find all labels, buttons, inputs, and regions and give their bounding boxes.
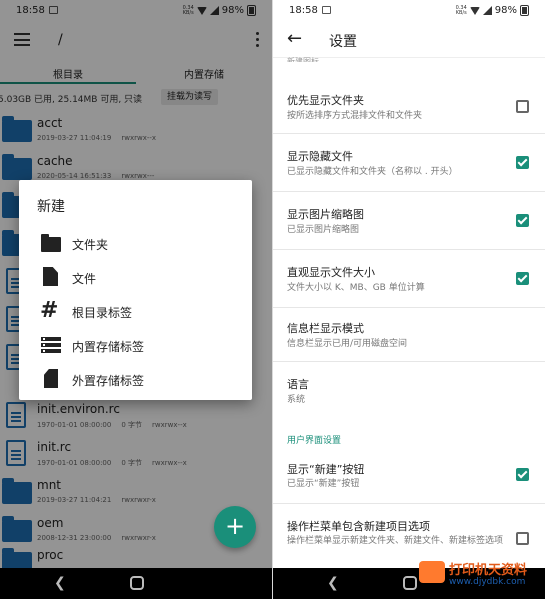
new-folder-option[interactable]: 文件夹 (19, 226, 252, 260)
setting-thumbnails[interactable]: 显示图片缩略图 已显示图片缩略图 (273, 194, 545, 250)
option-label: 文件夹 (72, 238, 109, 252)
root-tab-option[interactable]: # 根目录标签 (19, 294, 252, 328)
setting-language[interactable]: 语言 系统 (273, 364, 545, 420)
checkbox[interactable] (516, 468, 529, 481)
file-icon (41, 267, 61, 287)
back-arrow-icon[interactable]: ← (287, 28, 302, 49)
new-item-dialog: 新建 文件夹 文件 # 根目录标签 内置存储标签 外置存储标签 (19, 180, 252, 400)
setting-title: 信息栏显示模式 (287, 322, 364, 335)
setting-title: 直观显示文件大小 (287, 266, 375, 279)
system-nav-bar: ❮ (0, 568, 272, 599)
internal-storage-tab-option[interactable]: 内置存储标签 (19, 328, 252, 362)
setting-subtitle: 信息栏显示已用/可用磁盘空间 (287, 339, 408, 349)
nav-back-icon[interactable]: ❮ (54, 575, 66, 591)
setting-show-new-button[interactable]: 显示“新建”按钮 已显示“新建”按钮 (273, 450, 545, 504)
gallery-notification-icon (322, 6, 331, 14)
new-item-fab[interactable]: + (214, 506, 256, 548)
signal-icon (482, 6, 492, 15)
checkbox[interactable] (516, 532, 529, 545)
nav-home-icon[interactable] (403, 576, 417, 590)
option-label: 文件 (72, 272, 97, 286)
dialog-title: 新建 (37, 199, 65, 215)
setting-title: 操作栏菜单包含新建项目选项 (287, 520, 430, 533)
checkbox[interactable] (516, 272, 529, 285)
setting-title: 显示图片缩略图 (287, 208, 364, 221)
checkbox[interactable] (516, 100, 529, 113)
setting-subtitle: 按所选排序方式混排文件和文件夹 (287, 111, 423, 121)
setting-folders-first[interactable]: 优先显示文件夹 按所选排序方式混排文件和文件夹 (273, 80, 545, 134)
watermark-text: 打印机天资料 (449, 563, 528, 578)
setting-subtitle: 已显示隐藏文件和文件夹（名称以 . 开头） (287, 167, 458, 177)
setting-title: 显示“新建”按钮 (287, 463, 365, 476)
watermark: 打印机天资料 www.djydbk.com (419, 557, 539, 593)
page-title: 设置 (329, 34, 357, 50)
setting-readable-size[interactable]: 直观显示文件大小 文件大小以 K、MB、GB 单位计算 (273, 252, 545, 308)
storage-icon (41, 335, 61, 355)
file-browser-screen: 18:58 0.34 KB/s 98% / 根目录 内置存储 5.03GB 已用,… (0, 0, 272, 599)
sd-card-icon (41, 369, 61, 389)
watermark-url: www.djydbk.com (449, 577, 526, 587)
setting-subtitle: 操作栏菜单显示新建文件夹、新建文件、新建标签选项 (287, 536, 504, 546)
option-label: 根目录标签 (72, 306, 133, 320)
option-label: 外置存储标签 (72, 374, 145, 388)
printer-logo-icon (419, 561, 445, 583)
setting-title: 优先显示文件夹 (287, 94, 364, 107)
setting-subtitle: 文件大小以 K、MB、GB 单位计算 (287, 283, 425, 293)
setting-subtitle: 已显示“新建”按钮 (287, 479, 360, 489)
cutoff-setting-text: 新建图标 (287, 57, 319, 62)
status-bar: 18:58 0.34 KB/s 98% (273, 0, 545, 22)
new-file-option[interactable]: 文件 (19, 260, 252, 294)
checkbox[interactable] (516, 214, 529, 227)
setting-subtitle: 系统 (287, 395, 306, 405)
nav-home-icon[interactable] (130, 576, 144, 590)
folder-icon (41, 233, 61, 253)
setting-title: 显示隐藏文件 (287, 150, 353, 163)
settings-screen: 18:58 0.34 KB/s 98% ← 设置 新建图标 优先显示文件夹 按所选… (273, 0, 545, 599)
checkbox[interactable] (516, 156, 529, 169)
option-label: 内置存储标签 (72, 340, 145, 354)
setting-infobar-mode[interactable]: 信息栏显示模式 信息栏显示已用/可用磁盘空间 (273, 310, 545, 362)
nav-back-icon[interactable]: ❮ (327, 575, 339, 591)
external-storage-tab-option[interactable]: 外置存储标签 (19, 362, 252, 396)
wifi-icon (469, 6, 480, 15)
network-speed-icon: 0.34 KB/s (455, 4, 467, 16)
setting-subtitle: 已显示图片缩略图 (287, 225, 360, 235)
status-time: 18:58 (289, 5, 318, 16)
setting-title: 语言 (287, 378, 309, 391)
top-app-bar: ← 设置 (273, 22, 545, 58)
section-header-ui: 用户界面设置 (287, 436, 342, 446)
hash-icon: # (40, 298, 59, 323)
battery-percent: 98% (494, 5, 517, 16)
battery-icon (520, 5, 529, 16)
setting-show-hidden[interactable]: 显示隐藏文件 已显示隐藏文件和文件夹（名称以 . 开头） (273, 136, 545, 192)
